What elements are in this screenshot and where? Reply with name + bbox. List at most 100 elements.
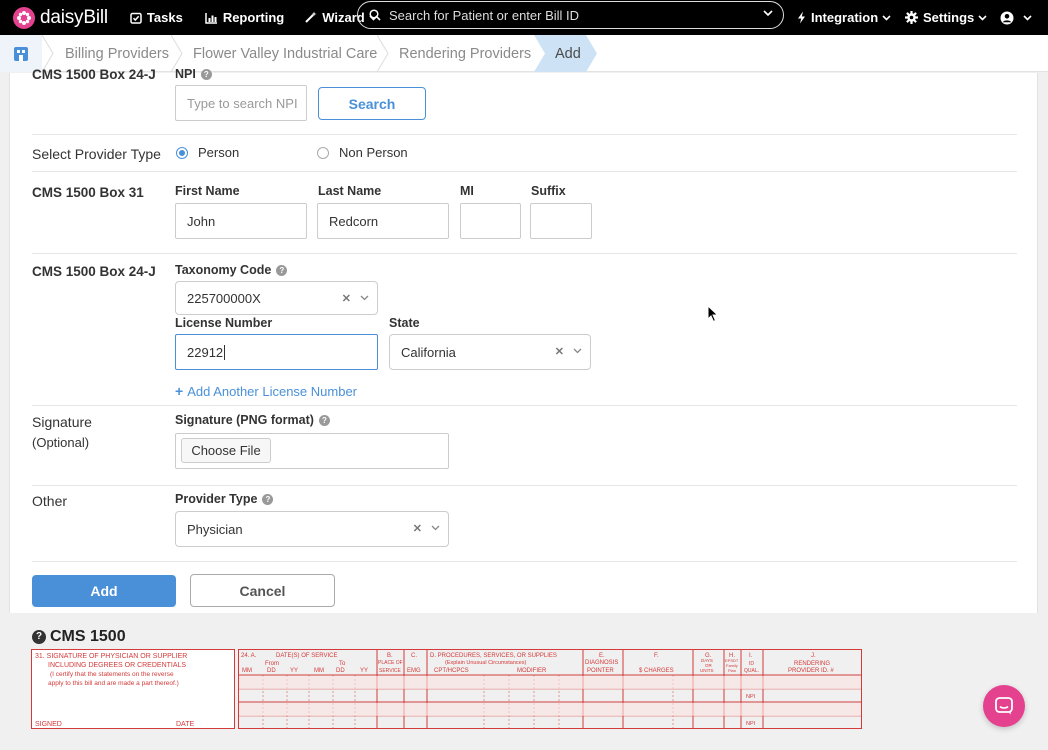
- plus-icon: +: [175, 383, 184, 399]
- cms-id: ID: [749, 661, 754, 667]
- mi-field[interactable]: [460, 203, 521, 239]
- cms-d-sub: (Explain Unusual Circumstances): [445, 660, 526, 666]
- cms-provider-id: PROVIDER ID. #: [788, 668, 834, 674]
- taxonomy-section-title: CMS 1500 Box 24-J: [32, 264, 156, 279]
- cms-to: To: [339, 661, 346, 667]
- cms-1500-title: ? CMS 1500: [32, 628, 126, 646]
- npi-search-button[interactable]: Search: [318, 87, 426, 120]
- add-button[interactable]: Add: [32, 575, 176, 607]
- clear-icon[interactable]: ✕: [413, 522, 422, 535]
- nav-integration[interactable]: Integration: [797, 0, 891, 35]
- daisy-icon: [13, 6, 35, 29]
- npi-section-title: CMS 1500 Box 24-J: [32, 67, 156, 82]
- clear-icon[interactable]: ✕: [342, 292, 351, 305]
- nav-reporting[interactable]: Reporting: [205, 10, 284, 25]
- breadcrumb-rendering-providers[interactable]: Rendering Providers: [399, 35, 531, 72]
- cms-mm-1: MM: [242, 668, 252, 674]
- last-name-field[interactable]: Redcorn: [317, 203, 449, 239]
- chevron-down-icon: [431, 525, 440, 531]
- cms-diagnosis: DIAGNOSIS: [585, 660, 618, 666]
- help-icon[interactable]: ?: [200, 68, 212, 80]
- divider: [32, 171, 1017, 172]
- cms-npi-2: NPI: [746, 721, 756, 727]
- cms-yy-1: YY: [290, 668, 298, 674]
- breadcrumb-facility[interactable]: Flower Valley Industrial Care: [193, 35, 377, 72]
- box31-note-1: (I certify that the statements on the re…: [50, 671, 174, 678]
- cms-npi-1: NPI: [746, 694, 756, 700]
- building-icon: [14, 46, 28, 61]
- bar-chart-icon: [205, 12, 217, 24]
- provider-type-select[interactable]: Physician ✕: [175, 511, 449, 547]
- box31-date: DATE: [176, 721, 194, 728]
- state-select[interactable]: California ✕: [389, 334, 591, 370]
- radio-non-person-label: Non Person: [339, 145, 408, 160]
- choose-file-button[interactable]: Choose File: [181, 438, 271, 463]
- mi-label: MI: [460, 184, 474, 198]
- help-icon[interactable]: ?: [262, 493, 274, 505]
- last-name-value: Redcorn: [329, 213, 379, 229]
- cms-place-of: PLACE OF: [378, 660, 403, 666]
- cms-j: J.: [811, 653, 816, 659]
- suffix-field[interactable]: [530, 203, 592, 239]
- chat-launcher[interactable]: [983, 685, 1025, 727]
- cms-d: D. PROCEDURES, SERVICES, OR SUPPLIES: [430, 653, 557, 659]
- nav-integration-label: Integration: [811, 10, 879, 25]
- license-label: License Number: [175, 316, 273, 330]
- signature-file-input[interactable]: Choose File: [175, 433, 449, 469]
- cms-b: B.: [387, 653, 393, 659]
- cms-e: E.: [599, 653, 605, 659]
- cms-c: C.: [411, 653, 417, 659]
- help-icon[interactable]: ?: [32, 630, 46, 644]
- help-icon[interactable]: ?: [276, 264, 288, 276]
- top-navbar: daisyBill Tasks Reporting Wizard Search …: [0, 0, 1048, 35]
- cms-f: F.: [654, 653, 659, 659]
- cms-mm-2: MM: [314, 668, 324, 674]
- nav-settings-label: Settings: [923, 10, 975, 25]
- cms-units: UNITS: [700, 668, 714, 673]
- clear-icon[interactable]: ✕: [555, 345, 564, 358]
- divider: [32, 253, 1017, 254]
- cms-dd-1: DD: [267, 668, 276, 674]
- npi-search-input[interactable]: Type to search NPI: [175, 85, 307, 121]
- signature-optional: (Optional): [32, 435, 90, 450]
- cms-pointer: POINTER: [587, 668, 614, 674]
- npi-placeholder: Type to search NPI: [187, 95, 298, 111]
- signature-label: Signature (PNG format)?: [175, 413, 330, 427]
- gear-icon: [905, 11, 918, 24]
- nav-tasks[interactable]: Tasks: [130, 10, 183, 25]
- cms-i: I.: [749, 653, 753, 659]
- other-section-title: Other: [32, 493, 68, 509]
- npi-label-text: NPI: [175, 67, 196, 81]
- license-number-field[interactable]: 22912: [175, 334, 378, 370]
- box31-title-2: INCLUDING DEGREES OR CREDENTIALS: [48, 662, 186, 669]
- taxonomy-select[interactable]: 225700000X ✕: [175, 281, 378, 315]
- taxonomy-label-text: Taxonomy Code: [175, 263, 272, 277]
- brand-name: daisyBill: [40, 6, 108, 28]
- add-license-label: Add Another License Number: [187, 383, 358, 399]
- help-icon[interactable]: ?: [318, 414, 330, 426]
- first-name-value: John: [187, 213, 216, 229]
- add-license-link[interactable]: + Add Another License Number: [175, 383, 357, 399]
- box31-title-1: 31. SIGNATURE OF PHYSICIAN OR SUPPLIER: [35, 653, 187, 660]
- nav-settings[interactable]: Settings: [905, 0, 987, 35]
- search-icon: [369, 9, 381, 21]
- cms-charges: $ CHARGES: [639, 668, 674, 674]
- divider: [32, 485, 1017, 486]
- divider: [32, 405, 1017, 406]
- lightning-icon: [798, 11, 805, 24]
- box31-signed: SIGNED: [35, 721, 62, 728]
- breadcrumb: Billing Providers Flower Valley Industri…: [0, 35, 1048, 72]
- chevron-down-icon[interactable]: [763, 10, 773, 17]
- chat-icon: [995, 697, 1013, 715]
- radio-person[interactable]: Person: [176, 145, 239, 160]
- user-menu[interactable]: [1000, 0, 1032, 35]
- taxonomy-label: Taxonomy Code?: [175, 263, 288, 277]
- cms-from: From: [265, 661, 279, 667]
- first-name-field[interactable]: John: [175, 203, 307, 239]
- brand-logo[interactable]: daisyBill: [13, 6, 108, 29]
- signature-label-text: Signature (PNG format): [175, 413, 314, 427]
- patient-search-input[interactable]: Search for Patient or enter Bill ID: [357, 1, 784, 29]
- signature-section-title: Signature: [32, 414, 92, 430]
- cancel-button[interactable]: Cancel: [190, 574, 335, 607]
- radio-non-person[interactable]: Non Person: [317, 145, 408, 160]
